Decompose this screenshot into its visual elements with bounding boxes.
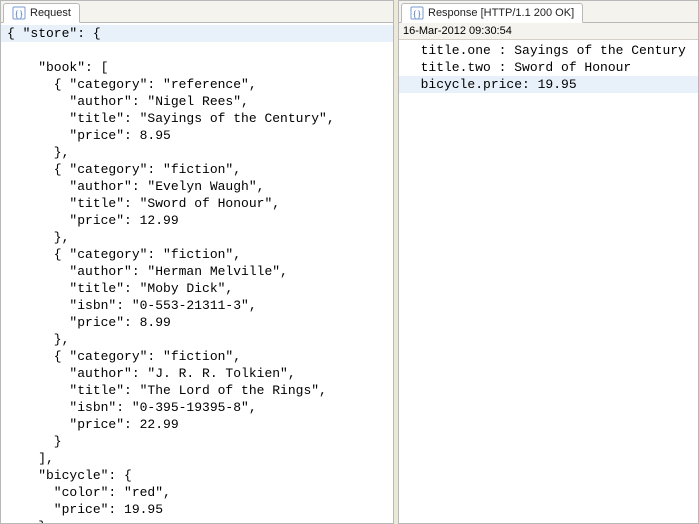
code-line: "isbn": "0-395-19395-8", <box>1 400 263 415</box>
code-line: "title": "Sayings of the Century", <box>1 111 341 126</box>
code-line: "color": "red", <box>1 485 177 500</box>
svg-text:{}: {} <box>413 9 422 19</box>
code-line: "isbn": "0-553-21311-3", <box>1 298 263 313</box>
tab-request[interactable]: {} Request <box>3 3 80 23</box>
code-line: { "category": "reference", <box>1 77 263 92</box>
code-line: title.two : Sword of Honour <box>399 60 637 75</box>
code-line: "price": 8.95 <box>1 128 177 143</box>
code-line: "book": [ <box>1 60 122 75</box>
tab-request-label: Request <box>30 7 71 19</box>
json-icon: {} <box>12 6 26 20</box>
code-line: "title": "Sword of Honour", <box>1 196 286 211</box>
code-line: { "category": "fiction", <box>1 162 247 177</box>
code-line: { "category": "fiction", <box>1 247 247 262</box>
tab-response-label: Response [HTTP/1.1 200 OK] <box>428 7 574 19</box>
code-line: "author": "Nigel Rees", <box>1 94 255 109</box>
code-line: bicycle.price: 19.95 <box>399 76 698 93</box>
response-code: title.one : Sayings of the Century title… <box>399 40 698 112</box>
code-line: } <box>1 519 52 523</box>
code-line: } <box>1 434 68 449</box>
code-line: "author": "Evelyn Waugh", <box>1 179 270 194</box>
code-line: "price": 19.95 <box>1 502 169 517</box>
code-line: title.one : Sayings of the Century <box>399 43 692 58</box>
code-line: "title": "Moby Dick", <box>1 281 239 296</box>
code-line: { "category": "fiction", <box>1 349 247 364</box>
code-line: }, <box>1 145 75 160</box>
code-line: "title": "The Lord of the Rings", <box>1 383 333 398</box>
code-line: "bicycle": { <box>1 468 138 483</box>
request-code: { "store": { "book": [ { "category": "re… <box>1 23 393 523</box>
code-line: "price": 8.99 <box>1 315 177 330</box>
svg-text:{}: {} <box>15 9 24 19</box>
app-container: {} Request { "store": { "book": [ { "cat… <box>0 0 699 524</box>
code-line: }, <box>1 230 75 245</box>
json-icon: {} <box>410 6 424 20</box>
code-line: "price": 22.99 <box>1 417 185 432</box>
code-line: "author": "J. R. R. Tolkien", <box>1 366 302 381</box>
response-panel: {} Response [HTTP/1.1 200 OK] 16-Mar-201… <box>398 0 699 524</box>
response-timestamp: 16-Mar-2012 09:30:54 <box>399 23 698 40</box>
code-line: }, <box>1 332 75 347</box>
request-tabbar: {} Request <box>1 1 393 23</box>
code-line: ], <box>1 451 60 466</box>
request-panel: {} Request { "store": { "book": [ { "cat… <box>0 0 394 524</box>
code-line: { "store": { <box>1 25 393 42</box>
code-line: "author": "Herman Melville", <box>1 264 294 279</box>
tab-response[interactable]: {} Response [HTTP/1.1 200 OK] <box>401 3 583 23</box>
response-tabbar: {} Response [HTTP/1.1 200 OK] <box>399 1 698 23</box>
response-content[interactable]: title.one : Sayings of the Century title… <box>399 40 698 523</box>
code-line: "price": 12.99 <box>1 213 185 228</box>
request-content[interactable]: { "store": { "book": [ { "category": "re… <box>1 23 393 523</box>
